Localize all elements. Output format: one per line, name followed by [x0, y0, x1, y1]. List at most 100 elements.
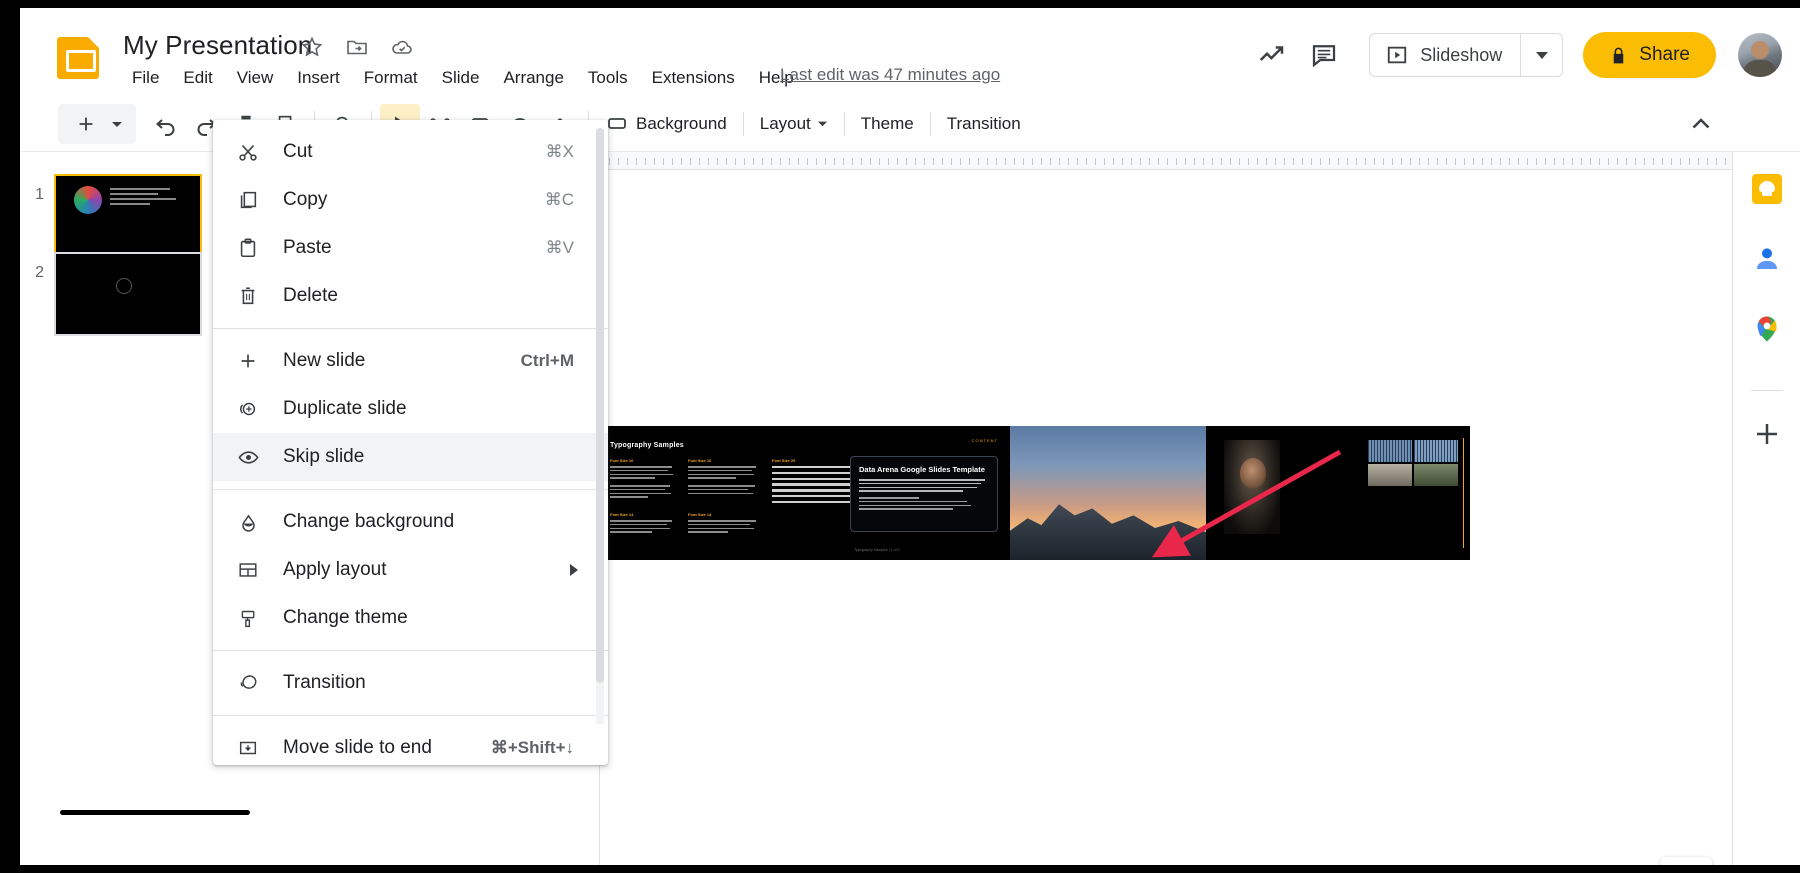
chevron-down-icon — [1535, 51, 1548, 59]
context-menu-item-delete[interactable]: Delete — [213, 272, 608, 320]
play-box-icon — [1386, 44, 1408, 66]
add-ons-plus-icon[interactable] — [1752, 419, 1782, 449]
thumbnail-graphic — [116, 278, 132, 294]
user-avatar[interactable] — [1738, 33, 1782, 77]
context-menu-item-copy[interactable]: Copy ⌘C — [213, 176, 608, 224]
menu-bar: File Edit View Insert Format Slide Arran… — [120, 64, 806, 92]
context-item-label: Paste — [283, 237, 332, 258]
plus-icon[interactable] — [66, 104, 106, 144]
slideshow-button[interactable]: Slideshow — [1370, 34, 1520, 76]
horizontal-scrollbar[interactable] — [60, 810, 250, 815]
menu-arrange[interactable]: Arrange — [491, 64, 575, 92]
cloud-saved-icon[interactable] — [390, 35, 414, 59]
mountain-sunset-photo — [1010, 426, 1206, 560]
slide-section-gallery — [1206, 426, 1470, 560]
slide-section-card: CONTENT Data Arena Google Slides Templat… — [840, 426, 1010, 560]
document-title[interactable]: My Presentation — [123, 30, 312, 61]
context-item-label: Copy — [283, 189, 328, 210]
copy-icon — [235, 187, 261, 213]
paint-roller-icon — [235, 605, 261, 631]
slide-info-card: Data Arena Google Slides Template — [850, 456, 998, 532]
title-action-icons — [300, 35, 414, 59]
slide-typography-title: Typography Samples — [610, 442, 684, 449]
menu-file[interactable]: File — [120, 64, 171, 92]
explore-button[interactable] — [1660, 857, 1712, 865]
undo-icon[interactable] — [146, 104, 186, 144]
share-button[interactable]: Share — [1583, 32, 1716, 78]
activity-trend-icon[interactable] — [1257, 40, 1287, 70]
context-item-label: Cut — [283, 141, 313, 162]
mountain-silhouette — [1010, 504, 1206, 560]
google-slides-logo[interactable] — [57, 37, 99, 79]
lock-icon — [1609, 46, 1628, 65]
slide-header-label: CONTENT — [971, 438, 998, 443]
portrait-photo — [1224, 440, 1280, 534]
context-item-shortcut: ⌘X — [545, 142, 574, 161]
context-item-label: Apply layout — [283, 559, 387, 580]
move-down-icon — [235, 735, 261, 761]
comment-history-icon[interactable] — [1309, 40, 1339, 70]
slideshow-label: Slideshow — [1420, 44, 1503, 65]
collapse-toolbar-icon[interactable] — [1686, 110, 1716, 140]
context-item-label: Transition — [283, 672, 366, 693]
menu-insert[interactable]: Insert — [285, 64, 352, 92]
slide-footer-label: Typography Samples | 1 of 2 — [854, 548, 900, 552]
slide-thumbnail[interactable] — [54, 252, 202, 336]
slideshow-dropdown-button[interactable] — [1520, 34, 1562, 76]
new-slide-control[interactable] — [58, 104, 136, 144]
app-header: My Presentation File Edit View Insert Fo… — [20, 8, 1800, 96]
layout-label: Layout — [759, 114, 811, 133]
context-item-label: Delete — [283, 285, 338, 306]
menu-tools[interactable]: Tools — [576, 64, 640, 92]
context-item-label: Change background — [283, 511, 455, 532]
context-item-label: New slide — [283, 350, 366, 371]
context-menu-item-new-slide[interactable]: New slide Ctrl+M — [213, 337, 608, 385]
context-menu-item-move-slide-to-end[interactable]: Move slide to end ⌘+Shift+↓ — [213, 724, 608, 765]
google-maps-icon[interactable] — [1752, 314, 1782, 344]
move-to-folder-icon[interactable] — [345, 35, 369, 59]
context-menu-divider — [213, 715, 608, 716]
menu-extensions[interactable]: Extensions — [640, 64, 747, 92]
star-icon[interactable] — [300, 35, 324, 59]
share-label: Share — [1639, 44, 1690, 65]
background-button[interactable]: Background — [620, 108, 743, 140]
google-keep-icon[interactable] — [1751, 174, 1782, 204]
current-slide[interactable]: Typography Samples Font Size 10 Font Siz… — [600, 426, 1470, 560]
context-menu-items: Cut ⌘X Copy ⌘C Paste ⌘V Delete New slide… — [213, 120, 608, 765]
menu-format[interactable]: Format — [352, 64, 430, 92]
transition-button[interactable]: Transition — [931, 108, 1037, 140]
last-edit-link[interactable]: Last edit was 47 minutes ago — [780, 65, 1000, 85]
context-menu-item-paste[interactable]: Paste ⌘V — [213, 224, 608, 272]
slide-section-photo — [1010, 426, 1206, 560]
context-item-label: Move slide to end — [283, 737, 432, 758]
context-menu-item-duplicate-slide[interactable]: Duplicate slide — [213, 385, 608, 433]
slide-number: 1 — [35, 186, 44, 203]
scrollbar-thumb[interactable] — [596, 128, 604, 683]
google-contacts-icon[interactable] — [1752, 244, 1782, 274]
header-right-controls: Slideshow Share — [1235, 32, 1782, 78]
droplet-icon — [235, 509, 261, 535]
context-menu-item-skip-slide[interactable]: Skip slide — [213, 433, 608, 481]
duplicate-icon — [235, 396, 261, 422]
context-menu-scrollbar[interactable] — [596, 128, 604, 725]
menu-view[interactable]: View — [225, 64, 286, 92]
menu-slide[interactable]: Slide — [430, 64, 492, 92]
slideshow-control: Slideshow — [1369, 33, 1564, 77]
slide-thumbnail[interactable] — [54, 174, 202, 258]
context-menu-item-cut[interactable]: Cut ⌘X — [213, 128, 608, 176]
layout-button[interactable]: Layout — [744, 108, 844, 140]
context-item-shortcut: ⌘V — [545, 238, 574, 257]
slide-context-menu[interactable]: Cut ⌘X Copy ⌘C Paste ⌘V Delete New slide… — [213, 120, 608, 765]
toolbar-right-group: Background Layout Theme Transition — [620, 96, 1037, 152]
scissors-icon — [235, 139, 261, 165]
theme-button[interactable]: Theme — [845, 108, 930, 140]
card-title: Data Arena Google Slides Template — [859, 465, 985, 474]
context-menu-item-change-theme[interactable]: Change theme — [213, 594, 608, 642]
context-item-shortcut: ⌘C — [544, 190, 574, 209]
context-menu-item-transition[interactable]: Transition — [213, 659, 608, 707]
new-slide-dropdown-icon[interactable] — [106, 104, 128, 144]
context-menu-item-change-background[interactable]: Change background — [213, 498, 608, 546]
context-menu-item-apply-layout[interactable]: Apply layout — [213, 546, 608, 594]
menu-edit[interactable]: Edit — [171, 64, 224, 92]
trash-icon — [235, 283, 261, 309]
